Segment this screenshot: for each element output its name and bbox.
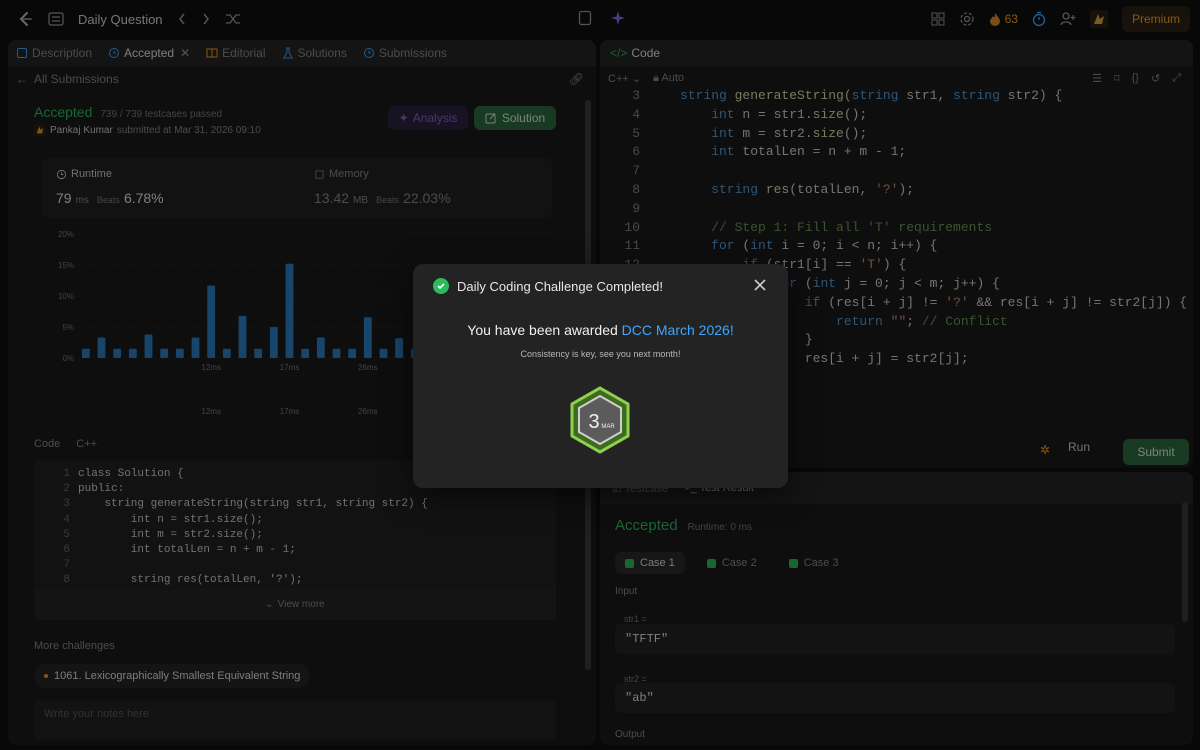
award-message: You have been awarded DCC March 2026! xyxy=(413,322,788,338)
modal-header: Daily Coding Challenge Completed! xyxy=(433,278,663,294)
dcc-badge-icon: 3 MAR xyxy=(570,386,630,454)
close-icon[interactable] xyxy=(752,277,768,293)
award-subtitle: Consistency is key, see you next month! xyxy=(520,349,681,359)
modal-title: Daily Coding Challenge Completed! xyxy=(457,278,663,294)
award-link[interactable]: DCC March 2026! xyxy=(622,322,734,338)
check-circle-icon xyxy=(433,278,449,294)
app-root: Daily Question 63 Premium Description Ac… xyxy=(0,0,1200,750)
badge-month: MAR xyxy=(601,424,615,430)
badge-number: 3 xyxy=(588,411,599,433)
dcc-award-modal: Daily Coding Challenge Completed! You ha… xyxy=(413,264,788,488)
award-prefix: You have been awarded xyxy=(467,322,618,338)
